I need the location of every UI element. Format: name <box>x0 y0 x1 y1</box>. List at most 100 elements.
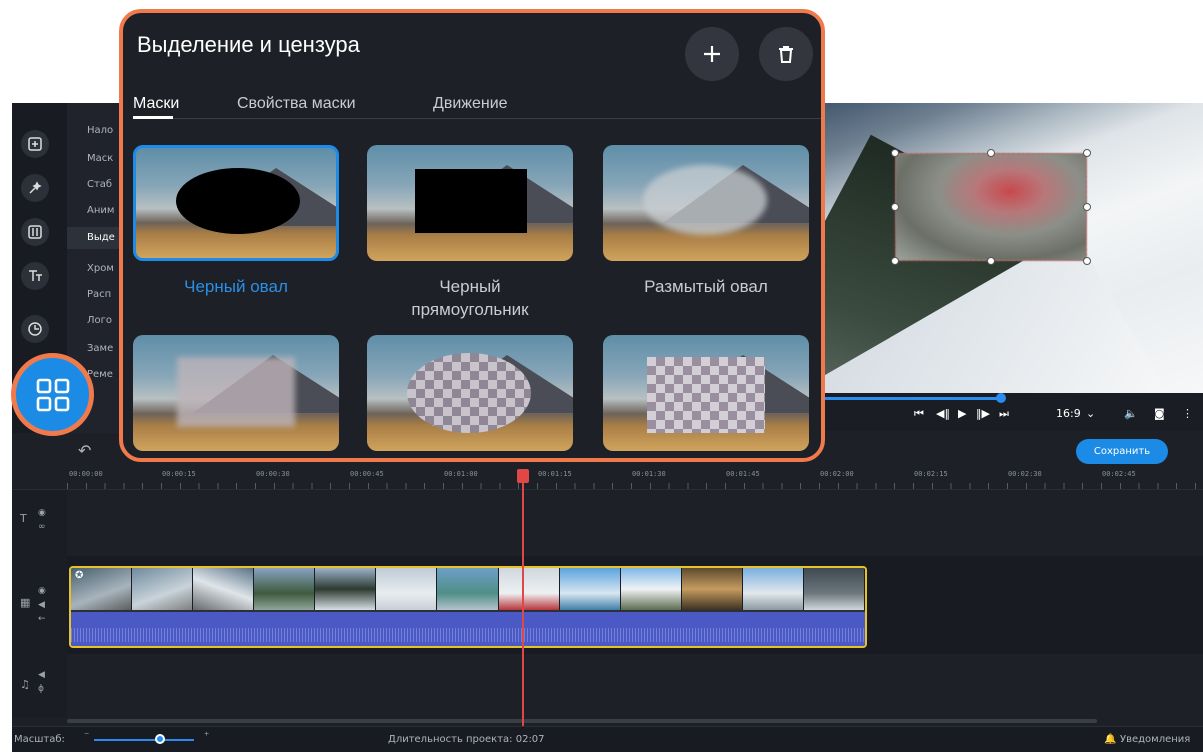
bell-icon[interactable]: 🔔 <box>1104 734 1116 745</box>
mask-pixelated-oval[interactable] <box>367 335 573 451</box>
chevron-down-icon: ⌄ <box>1086 407 1096 420</box>
resize-handle[interactable] <box>1083 149 1091 157</box>
tool-item[interactable]: Хром <box>87 263 114 274</box>
star-icon: ✪ <box>75 570 84 581</box>
video-track-icon: ▦ <box>20 596 31 609</box>
resize-handle[interactable] <box>987 257 995 265</box>
snapshot-icon[interactable]: ◙ <box>1154 407 1165 420</box>
mask-label: Черный овал <box>184 277 288 296</box>
clip-frame <box>620 568 682 610</box>
playback-knob[interactable] <box>996 393 1006 403</box>
grid-icon <box>36 378 69 411</box>
blurred-rectangle-shape <box>177 357 295 427</box>
mask-black-rectangle[interactable] <box>367 145 573 261</box>
delete-mask-button[interactable] <box>759 27 813 81</box>
resize-handle[interactable] <box>1083 203 1091 211</box>
volume-icon[interactable]: ◀ <box>38 670 45 680</box>
project-duration: Длительность проекта: 02:07 <box>388 734 545 745</box>
titles-button[interactable] <box>21 262 49 290</box>
titles-track[interactable]: T ◉ ∞ <box>12 490 1203 556</box>
rectangle-mask-shape <box>415 169 527 233</box>
clip-frame <box>498 568 560 610</box>
playhead[interactable] <box>522 469 524 752</box>
tab-masks[interactable]: Маски <box>133 95 179 113</box>
ruler-ticks <box>67 483 1203 489</box>
more-icon[interactable]: ⋮ <box>1182 407 1193 420</box>
tab-motion[interactable]: Движение <box>433 95 508 113</box>
tool-item-active[interactable]: Выде <box>67 227 127 249</box>
zoom-slider-track[interactable] <box>94 739 194 741</box>
tool-item[interactable]: Стаб <box>87 179 112 190</box>
more-tools-button[interactable] <box>11 353 94 436</box>
ruler-label: 00:02:45 <box>1102 470 1136 478</box>
save-button[interactable]: Сохранить <box>1076 439 1168 464</box>
zoom-slider-knob[interactable] <box>155 734 165 744</box>
clip-frame <box>132 568 194 610</box>
import-icon <box>28 137 42 151</box>
transitions-button[interactable] <box>21 218 49 246</box>
timeline-ruler[interactable]: 00:00:00 00:00:15 00:00:30 00:00:45 00:0… <box>12 466 1203 490</box>
playback-progress[interactable] <box>824 397 1002 400</box>
ruler-label: 00:02:15 <box>914 470 948 478</box>
timeline-scrollbar[interactable] <box>67 719 1097 723</box>
eye-icon[interactable]: ◉ <box>38 586 46 596</box>
status-bar: Масштаб: ⁻ ⁺ Длительность проекта: 02:07… <box>12 726 1203 752</box>
volume-icon[interactable]: 🔈 <box>1124 407 1138 420</box>
notifications-link[interactable]: Уведомления <box>1120 734 1190 745</box>
clip-frame <box>315 568 377 610</box>
tool-item[interactable]: Лого <box>87 315 112 326</box>
step-forward-icon[interactable]: ‖▶ <box>976 407 990 420</box>
link-icon[interactable]: ∞ <box>38 522 46 532</box>
fade-icon[interactable]: ϕ <box>38 684 44 694</box>
video-clip[interactable]: ✪ <box>69 566 867 648</box>
tab-mask-properties[interactable]: Свойства маски <box>237 95 356 113</box>
play-icon[interactable]: ▶ <box>958 407 966 420</box>
stickers-button[interactable] <box>21 315 49 343</box>
waveform-bars <box>71 628 865 642</box>
pixelated-rectangle-shape <box>647 357 765 433</box>
tool-item[interactable]: Нало <box>87 125 113 136</box>
arrow-left-icon[interactable]: ← <box>38 614 46 624</box>
tool-item[interactable]: Заме <box>87 343 113 354</box>
resize-handle[interactable] <box>891 203 899 211</box>
text-icon <box>29 270 42 281</box>
tool-item[interactable]: Аним <box>87 205 114 216</box>
prev-icon[interactable]: ⏮ <box>914 407 924 421</box>
clip-frame <box>681 568 743 610</box>
music-icon: ♫ <box>20 678 30 691</box>
zoom-in-icon[interactable]: ⁺ <box>204 731 209 742</box>
resize-handle[interactable] <box>891 257 899 265</box>
zoom-out-icon[interactable]: ⁻ <box>84 731 89 742</box>
mask-black-oval[interactable] <box>133 145 339 261</box>
filters-button[interactable] <box>21 174 49 202</box>
undo-icon[interactable]: ↶ <box>78 441 91 460</box>
audio-waveform <box>71 612 865 646</box>
audio-track[interactable]: ♫ ◀ ϕ <box>12 654 1203 718</box>
resize-handle[interactable] <box>1083 257 1091 265</box>
ruler-label: 00:00:30 <box>256 470 290 478</box>
mask-blurred-rectangle[interactable] <box>133 335 339 451</box>
plus-icon <box>704 46 720 62</box>
mask-blurred-oval[interactable] <box>603 145 809 261</box>
clip-frame <box>193 568 255 610</box>
mask-label: Размытый овал <box>644 277 768 296</box>
eye-icon[interactable]: ◉ <box>38 508 46 518</box>
mask-pixelated-rectangle[interactable] <box>603 335 809 451</box>
resize-handle[interactable] <box>987 149 995 157</box>
clip-thumbnails <box>71 568 865 610</box>
trash-icon <box>779 46 793 63</box>
import-button[interactable] <box>21 130 49 158</box>
ruler-label: 00:02:30 <box>1008 470 1042 478</box>
blur-mask-region[interactable] <box>895 153 1087 261</box>
tool-item[interactable]: Маск <box>87 153 113 164</box>
step-back-icon[interactable]: ◀‖ <box>936 407 950 420</box>
clip-frame <box>742 568 804 610</box>
aspect-ratio-select[interactable]: 16:9 <box>1056 407 1081 420</box>
next-icon[interactable]: ⏭ <box>999 407 1009 421</box>
tool-item[interactable]: Расп <box>87 289 111 300</box>
video-track[interactable]: ▦ ◉ ◀ ← ✪ <box>12 556 1203 654</box>
resize-handle[interactable] <box>891 149 899 157</box>
highlight-censor-panel: Выделение и цензура Маски Свойства маски… <box>119 9 825 462</box>
volume-icon[interactable]: ◀ <box>38 600 45 610</box>
add-mask-button[interactable] <box>685 27 739 81</box>
